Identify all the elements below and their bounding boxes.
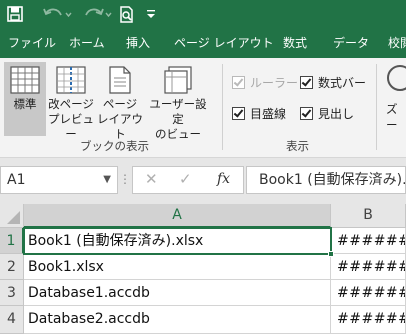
row-header[interactable]: 1: [0, 228, 24, 254]
enter-icon[interactable]: ✓: [179, 170, 192, 188]
headings-checkbox[interactable]: 見出し: [300, 104, 354, 122]
formula-bar-checkbox[interactable]: 数式バー: [300, 73, 366, 91]
select-all-button[interactable]: [0, 204, 24, 228]
checkbox-box: [232, 106, 245, 120]
ruler-checkbox[interactable]: ルーラー: [232, 73, 298, 91]
zoom-icon[interactable]: [387, 65, 406, 91]
redo-icon[interactable]: [80, 4, 114, 24]
cell-a1[interactable]: Book1 (自動保存済み).xlsx: [24, 228, 331, 254]
chevron-down-icon[interactable]: ▼: [103, 167, 111, 193]
fill-handle[interactable]: [328, 251, 334, 257]
page-layout-icon: [109, 66, 131, 94]
tab-file[interactable]: ファイル: [8, 28, 56, 58]
tab-insert[interactable]: 挿入: [126, 28, 150, 58]
insert-function-button[interactable]: fx: [217, 171, 230, 187]
row-header[interactable]: 2: [0, 254, 24, 280]
column-header-b[interactable]: B: [331, 204, 406, 228]
page-break-preview-icon: [56, 66, 86, 94]
formula-bar-splitter[interactable]: ⋮: [118, 166, 132, 194]
cell-b2[interactable]: #######: [331, 254, 406, 280]
formula-bar: A1 ▼ ⋮ ✕ ✓ fx Book1 (自動保存済み).xlsx: [0, 166, 406, 196]
checkbox-box: [232, 75, 245, 89]
column-header-a[interactable]: A: [24, 204, 331, 228]
normal-view-button[interactable]: 標準: [4, 62, 46, 136]
undo-icon[interactable]: [40, 4, 74, 24]
cell-a4[interactable]: Database2.accdb: [24, 306, 331, 334]
tab-formulas[interactable]: 数式: [283, 28, 307, 58]
tab-home[interactable]: ホーム: [69, 28, 105, 58]
cell-b1[interactable]: #######: [331, 228, 406, 254]
page-layout-button[interactable]: ページ レイアウト: [97, 62, 143, 141]
custom-views-button[interactable]: ユーザー設定 のビュー: [144, 62, 212, 141]
cell-b3[interactable]: #######: [331, 280, 406, 306]
quick-access-toolbar: [0, 0, 406, 28]
print-preview-icon[interactable]: [116, 4, 138, 24]
group-separator: [222, 64, 223, 150]
cell-b4[interactable]: #######: [331, 306, 406, 334]
customize-dropdown-icon[interactable]: [144, 4, 158, 24]
page-break-preview-button[interactable]: 改ページ プレビュー: [47, 62, 95, 141]
checkbox-box: [300, 75, 313, 89]
formula-buttons: ✕ ✓ fx: [132, 166, 244, 194]
row-header[interactable]: 3: [0, 280, 24, 306]
checkbox-box: [300, 106, 313, 120]
group-separator: [376, 64, 377, 150]
workbook-views-group-label: ブックの表示: [80, 139, 149, 153]
normal-view-icon: [10, 66, 40, 94]
row-header[interactable]: 4: [0, 306, 24, 334]
tab-data[interactable]: データ: [333, 28, 369, 58]
save-icon[interactable]: [4, 4, 26, 24]
name-box[interactable]: A1 ▼: [0, 166, 118, 194]
ribbon-view: 標準 改ページ プレビュー ページ レイアウト ユーザー設定 のビュー ブックの…: [0, 58, 406, 158]
show-group-label: 表示: [286, 139, 309, 153]
zoom-button-label[interactable]: ズー: [386, 101, 406, 133]
cancel-icon[interactable]: ✕: [145, 170, 158, 188]
custom-views-icon: [164, 66, 192, 94]
cell-a3[interactable]: Database1.accdb: [24, 280, 331, 306]
tab-page-layout[interactable]: ページ レイアウト: [174, 28, 274, 58]
gridlines-checkbox[interactable]: 目盛線: [232, 104, 286, 122]
tab-review[interactable]: 校閲: [388, 28, 406, 58]
formula-input[interactable]: Book1 (自動保存済み).xlsx: [246, 166, 406, 194]
ribbon-tabs: ファイル ホーム 挿入 ページ レイアウト 数式 データ 校閲: [0, 28, 406, 58]
cell-a2[interactable]: Book1.xlsx: [24, 254, 331, 280]
